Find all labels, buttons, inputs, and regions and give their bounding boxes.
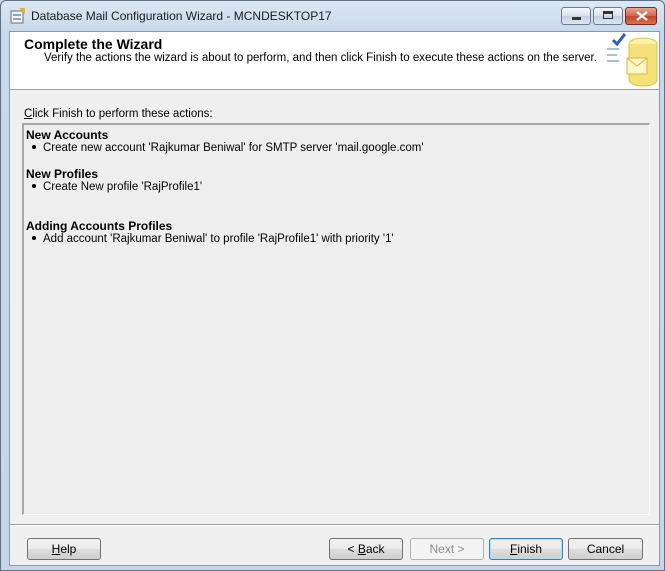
wizard-client-area: Complete the Wizard Verify the actions t…	[9, 31, 660, 566]
next-button[interactable]: Next >	[410, 538, 484, 560]
close-icon	[636, 11, 648, 21]
wizard-header: Complete the Wizard Verify the actions t…	[10, 32, 659, 90]
bullet-icon	[32, 235, 36, 240]
section-adding-accounts-profiles-title: Adding Accounts Profiles	[26, 219, 173, 233]
prompt-text: lick Finish to perform these actions:	[32, 108, 213, 120]
section-adding-accounts-profiles-item: Add account 'Rajkumar Beniwal' to profil…	[32, 233, 394, 245]
page-title: Complete the Wizard	[24, 36, 163, 52]
back-prefix: <	[347, 542, 358, 556]
wizard-banner-icon	[607, 33, 658, 87]
bullet-icon	[32, 183, 36, 188]
title-bar[interactable]: Database Mail Configuration Wizard - MCN…	[1, 1, 664, 31]
back-button[interactable]: < Back	[329, 538, 403, 560]
window-title: Database Mail Configuration Wizard - MCN…	[31, 9, 332, 23]
app-icon	[10, 8, 25, 24]
back-label: ack	[365, 542, 385, 556]
maximize-icon	[603, 11, 613, 19]
maximize-button[interactable]	[593, 7, 623, 25]
actions-list[interactable]: New Accounts Create new account 'Rajkuma…	[22, 123, 650, 515]
action-text: Create New profile 'RajProfile1'	[43, 181, 203, 193]
bullet-icon	[32, 144, 36, 149]
finish-button[interactable]: Finish	[489, 538, 563, 560]
finish-label: inish	[517, 542, 543, 556]
action-text: Add account 'Rajkumar Beniwal' to profil…	[43, 233, 394, 245]
close-button[interactable]	[625, 7, 657, 25]
section-new-profiles-title: New Profiles	[26, 167, 99, 181]
actions-prompt: Click Finish to perform these actions:	[24, 108, 213, 120]
back-accel: B	[357, 542, 366, 556]
page-subtitle: Verify the actions the wizard is about t…	[44, 52, 597, 64]
help-label: elp	[60, 542, 77, 556]
section-new-accounts-item: Create new account 'Rajkumar Beniwal' fo…	[32, 142, 424, 154]
section-new-profiles-item: Create New profile 'RajProfile1'	[32, 181, 202, 193]
minimize-icon	[572, 17, 581, 20]
action-text: Create new account 'Rajkumar Beniwal' fo…	[43, 142, 424, 154]
cancel-button[interactable]: Cancel	[568, 538, 643, 560]
footer-separator	[10, 524, 659, 526]
help-button[interactable]: Help	[27, 538, 101, 560]
wizard-window: Database Mail Configuration Wizard - MCN…	[0, 0, 665, 571]
minimize-button[interactable]	[561, 7, 591, 25]
section-new-accounts-title: New Accounts	[26, 128, 109, 142]
